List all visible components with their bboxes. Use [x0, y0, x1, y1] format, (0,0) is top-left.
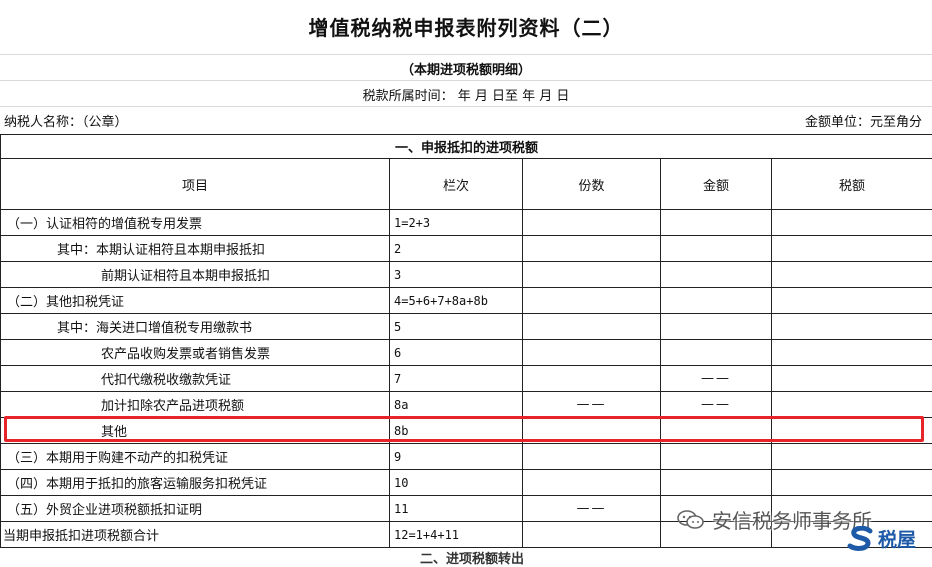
- watermark: 安信税务师事务所: [676, 505, 872, 534]
- row-item: 前期认证相符且本期申报抵扣: [1, 262, 390, 288]
- row-amount[interactable]: ——: [661, 366, 772, 392]
- row-item: 加计扣除农产品进项税额: [1, 392, 390, 418]
- row-tax[interactable]: [772, 392, 932, 418]
- amount-unit-label: 金额单位：元至角分: [805, 111, 922, 130]
- table-row: 前期认证相符且本期申报抵扣 3: [1, 262, 932, 288]
- row-count[interactable]: [523, 236, 661, 262]
- row-code: 6: [390, 340, 523, 366]
- row-tax[interactable]: [772, 210, 932, 236]
- table-row: （二）其他扣税凭证 4=5+6+7+8a+8b: [1, 288, 932, 314]
- row-amount[interactable]: ——: [661, 392, 772, 418]
- row-amount[interactable]: [661, 288, 772, 314]
- row-item: 农产品收购发票或者销售发票: [1, 340, 390, 366]
- row-item: （一）认证相符的增值税专用发票: [1, 210, 390, 236]
- row-amount[interactable]: [661, 314, 772, 340]
- row-amount[interactable]: [661, 340, 772, 366]
- highlight-box: [4, 416, 924, 442]
- row-count[interactable]: [523, 288, 661, 314]
- row-code: 3: [390, 262, 523, 288]
- divider: [0, 54, 932, 55]
- next-section-heading: 二、进项税额转出: [420, 548, 524, 567]
- table-row: （三）本期用于购建不动产的扣税凭证 9: [1, 444, 932, 470]
- row-code: 2: [390, 236, 523, 262]
- row-count[interactable]: [523, 340, 661, 366]
- form-title: 增值税纳税申报表附列资料（二）: [0, 12, 932, 41]
- row-count[interactable]: [523, 366, 661, 392]
- header-count: 份数: [523, 159, 661, 210]
- row-item: 其中：本期认证相符且本期申报抵扣: [1, 236, 390, 262]
- section-heading: 一、申报抵扣的进项税额: [1, 135, 932, 159]
- row-item: （四）本期用于抵扣的旅客运输服务扣税凭证: [1, 470, 390, 496]
- divider: [0, 106, 932, 107]
- row-tax[interactable]: [772, 288, 932, 314]
- row-amount[interactable]: [661, 210, 772, 236]
- row-item: 当期申报抵扣进项税额合计: [1, 522, 390, 548]
- row-tax[interactable]: [772, 340, 932, 366]
- row-count[interactable]: [523, 522, 661, 548]
- row-count[interactable]: [523, 470, 661, 496]
- form-subtitle: （本期进项税额明细）: [0, 59, 932, 78]
- wechat-icon: [676, 509, 706, 531]
- row-code: 9: [390, 444, 523, 470]
- row-tax[interactable]: [772, 366, 932, 392]
- row-tax[interactable]: [772, 444, 932, 470]
- row-tax[interactable]: [772, 314, 932, 340]
- table-row: （一）认证相符的增值税专用发票 1=2+3: [1, 210, 932, 236]
- divider: [0, 80, 932, 81]
- table-row: 农产品收购发票或者销售发票 6: [1, 340, 932, 366]
- row-item: （二）其他扣税凭证: [1, 288, 390, 314]
- row-code: 5: [390, 314, 523, 340]
- header-item: 项目: [1, 159, 390, 210]
- brand-text: 税屋: [878, 525, 916, 552]
- row-count[interactable]: [523, 210, 661, 236]
- row-item: 其中：海关进口增值税专用缴款书: [1, 314, 390, 340]
- row-count[interactable]: [523, 444, 661, 470]
- row-amount[interactable]: [661, 262, 772, 288]
- row-code: 10: [390, 470, 523, 496]
- row-code: 11: [390, 496, 523, 522]
- header-code: 栏次: [390, 159, 523, 210]
- table-row: 加计扣除农产品进项税额 8a —— ——: [1, 392, 932, 418]
- header-tax: 税额: [772, 159, 932, 210]
- table-row: 其中：海关进口增值税专用缴款书 5: [1, 314, 932, 340]
- row-code: 4=5+6+7+8a+8b: [390, 288, 523, 314]
- row-count[interactable]: ——: [523, 392, 661, 418]
- row-tax[interactable]: [772, 470, 932, 496]
- header-amount: 金额: [661, 159, 772, 210]
- row-amount[interactable]: [661, 444, 772, 470]
- row-count[interactable]: [523, 314, 661, 340]
- table-row: （四）本期用于抵扣的旅客运输服务扣税凭证 10: [1, 470, 932, 496]
- row-code: 1=2+3: [390, 210, 523, 236]
- s-logo-icon: [846, 526, 876, 552]
- tax-period: 税款所属时间： 年 月 日至 年 月 日: [0, 85, 932, 104]
- row-code: 7: [390, 366, 523, 392]
- input-tax-table: 一、申报抵扣的进项税额 项目 栏次 份数 金额 税额 （一）认证相符的增值税专用…: [0, 134, 932, 548]
- table-row: 代扣代缴税收缴款凭证 7 ——: [1, 366, 932, 392]
- row-item: 代扣代缴税收缴款凭证: [1, 366, 390, 392]
- row-item: （五）外贸企业进项税额抵扣证明: [1, 496, 390, 522]
- row-amount[interactable]: [661, 470, 772, 496]
- form-sheet: 增值税纳税申报表附列资料（二） （本期进项税额明细） 税款所属时间： 年 月 日…: [0, 0, 932, 559]
- taxpayer-name-label: 纳税人名称：（公章）: [4, 111, 128, 130]
- row-count[interactable]: ——: [523, 496, 661, 522]
- row-count[interactable]: [523, 262, 661, 288]
- row-amount[interactable]: [661, 236, 772, 262]
- row-code: 8a: [390, 392, 523, 418]
- brand-logo: 税屋: [846, 525, 916, 552]
- table-row: 其中：本期认证相符且本期申报抵扣 2: [1, 236, 932, 262]
- row-item: （三）本期用于购建不动产的扣税凭证: [1, 444, 390, 470]
- row-tax[interactable]: [772, 262, 932, 288]
- row-code: 12=1+4+11: [390, 522, 523, 548]
- row-tax[interactable]: [772, 236, 932, 262]
